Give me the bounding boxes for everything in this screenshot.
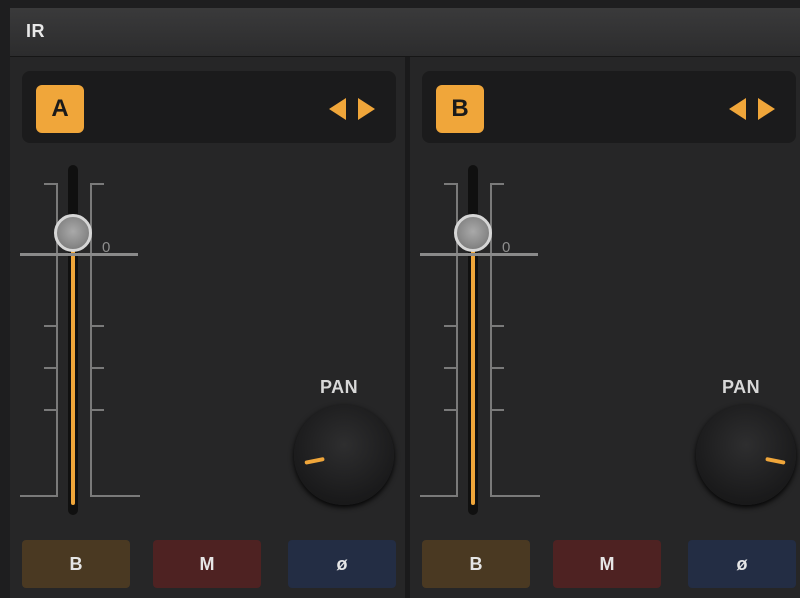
fader-tick: [490, 409, 504, 411]
channel-b-pan-knob[interactable]: [696, 405, 796, 505]
channel-b-next-ir-button[interactable]: [758, 98, 775, 120]
channel-b-prev-ir-button[interactable]: [729, 98, 746, 120]
fader-level-fill: [471, 233, 475, 505]
fader-tick: [490, 183, 504, 185]
channel-b-mute-button[interactable]: M: [553, 540, 661, 588]
fader-tick: [90, 183, 104, 185]
channel-a-phase-invert-button[interactable]: ø: [288, 540, 396, 588]
fader-unity-line: [420, 253, 538, 256]
fader-tick: [90, 325, 104, 327]
channel-a-badge: A: [36, 85, 84, 133]
channel-b-header: B: [422, 71, 796, 143]
channel-a-pan-knob[interactable]: [294, 405, 394, 505]
fader-tick: [444, 367, 458, 369]
channel-b-bypass-button[interactable]: B: [422, 540, 530, 588]
window-title: IR: [26, 21, 45, 41]
plugin-window: IR A 0 PAN B M ø B 0 PAN B M ø: [10, 8, 800, 598]
channel-a-volume-fader[interactable]: 0: [20, 165, 150, 525]
channel-a-header: A: [22, 71, 396, 143]
fader-tick: [44, 367, 58, 369]
fader-thumb[interactable]: [454, 214, 492, 252]
channel-b-strip: B 0 PAN B M ø: [410, 57, 800, 598]
fader-tick: [490, 325, 504, 327]
fader-tick: [444, 325, 458, 327]
fader-unity-line: [20, 253, 138, 256]
fader-tick: [444, 409, 458, 411]
fader-tick: [90, 495, 140, 497]
pan-knob-indicator: [765, 457, 786, 465]
channel-b-badge: B: [436, 85, 484, 133]
channel-a-prev-ir-button[interactable]: [329, 98, 346, 120]
fader-tick: [490, 367, 504, 369]
fader-level-fill: [71, 233, 75, 505]
title-bar: IR: [10, 8, 800, 57]
fader-tick: [420, 495, 458, 497]
channel-a-strip: A 0 PAN B M ø: [10, 57, 405, 598]
channel-b-pan-label: PAN: [722, 377, 761, 397]
fader-thumb[interactable]: [54, 214, 92, 252]
fader-tick: [20, 495, 58, 497]
channel-b-volume-fader[interactable]: 0: [420, 165, 550, 525]
fader-tick: [44, 409, 58, 411]
channel-a-bypass-button[interactable]: B: [22, 540, 130, 588]
channel-b-phase-invert-button[interactable]: ø: [688, 540, 796, 588]
fader-tick: [44, 183, 58, 185]
channel-a-mute-button[interactable]: M: [153, 540, 261, 588]
fader-tick: [90, 409, 104, 411]
channel-a-pan-label: PAN: [320, 377, 359, 397]
fader-tick: [90, 367, 104, 369]
pan-knob-indicator: [304, 457, 325, 465]
channel-a-next-ir-button[interactable]: [358, 98, 375, 120]
fader-tick: [44, 325, 58, 327]
fader-tick: [444, 183, 458, 185]
fader-tick: [490, 495, 540, 497]
